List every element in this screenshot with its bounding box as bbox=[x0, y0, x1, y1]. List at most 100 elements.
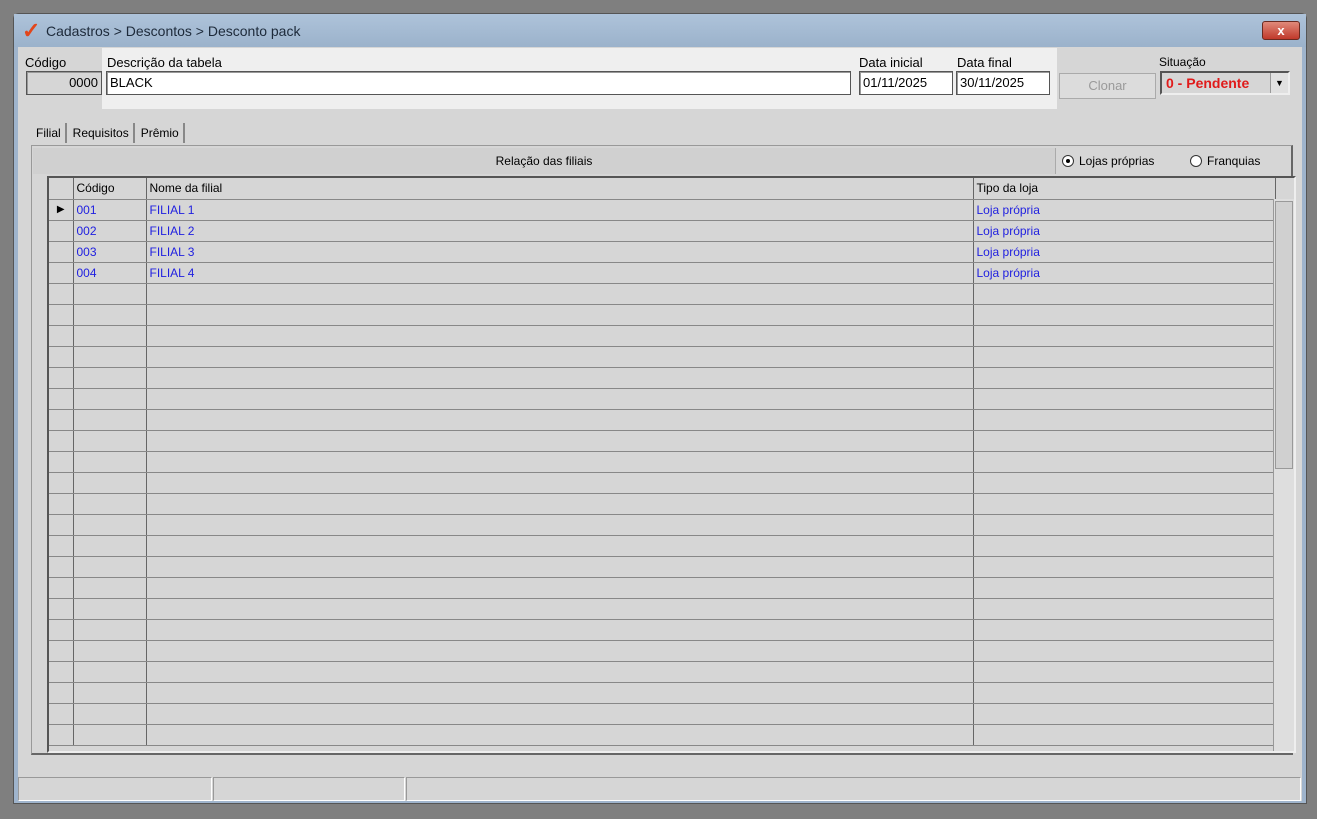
table-row[interactable] bbox=[49, 472, 1276, 494]
cell-tipo[interactable]: Loja própria bbox=[973, 199, 1276, 221]
table-row[interactable] bbox=[49, 325, 1276, 347]
cell-nome[interactable]: FILIAL 2 bbox=[146, 220, 974, 242]
cell-tipo[interactable] bbox=[973, 577, 1276, 599]
cell-nome[interactable] bbox=[146, 346, 974, 368]
cell-codigo[interactable] bbox=[73, 304, 147, 326]
row-indicator[interactable] bbox=[49, 577, 74, 599]
cell-nome[interactable] bbox=[146, 409, 974, 431]
cell-nome[interactable]: FILIAL 3 bbox=[146, 241, 974, 263]
row-indicator[interactable] bbox=[49, 724, 74, 746]
cell-tipo[interactable] bbox=[973, 535, 1276, 557]
row-indicator[interactable] bbox=[49, 682, 74, 704]
tab-premio[interactable]: Prêmio bbox=[137, 123, 185, 143]
table-row[interactable]: 004 FILIAL 4 Loja própria bbox=[49, 262, 1276, 284]
table-row[interactable]: 003 FILIAL 3 Loja própria bbox=[49, 241, 1276, 263]
cell-codigo[interactable] bbox=[73, 325, 147, 347]
cell-nome[interactable] bbox=[146, 514, 974, 536]
cell-codigo[interactable] bbox=[73, 661, 147, 683]
row-indicator[interactable] bbox=[49, 556, 74, 578]
cell-codigo[interactable]: 001 bbox=[73, 199, 147, 221]
cell-nome[interactable] bbox=[146, 556, 974, 578]
cell-nome[interactable] bbox=[146, 472, 974, 494]
row-indicator[interactable] bbox=[49, 325, 74, 347]
cell-nome[interactable] bbox=[146, 367, 974, 389]
cell-codigo[interactable] bbox=[73, 283, 147, 305]
table-row[interactable] bbox=[49, 682, 1276, 704]
cell-tipo[interactable] bbox=[973, 346, 1276, 368]
row-indicator[interactable] bbox=[49, 262, 74, 284]
table-row[interactable] bbox=[49, 388, 1276, 410]
row-indicator[interactable] bbox=[49, 472, 74, 494]
scrollbar-thumb[interactable] bbox=[1275, 201, 1293, 469]
cell-tipo[interactable] bbox=[973, 283, 1276, 305]
table-row[interactable] bbox=[49, 577, 1276, 599]
table-row[interactable] bbox=[49, 703, 1276, 725]
row-indicator[interactable] bbox=[49, 283, 74, 305]
cell-tipo[interactable] bbox=[973, 304, 1276, 326]
cell-nome[interactable] bbox=[146, 724, 974, 746]
row-indicator[interactable] bbox=[49, 220, 74, 242]
cell-codigo[interactable] bbox=[73, 535, 147, 557]
table-row[interactable] bbox=[49, 514, 1276, 536]
situacao-select[interactable]: 0 - Pendente ▼ bbox=[1160, 71, 1290, 95]
cell-codigo[interactable] bbox=[73, 451, 147, 473]
col-nome[interactable]: Nome da filial bbox=[146, 178, 974, 200]
codigo-field[interactable]: 0000 bbox=[26, 71, 102, 95]
descricao-input[interactable]: BLACK bbox=[106, 71, 851, 95]
row-indicator[interactable] bbox=[49, 430, 74, 452]
close-button[interactable]: x bbox=[1262, 21, 1300, 40]
cell-nome[interactable] bbox=[146, 283, 974, 305]
cell-tipo[interactable] bbox=[973, 472, 1276, 494]
data-final-input[interactable]: 30/11/2025 bbox=[956, 71, 1050, 95]
table-row[interactable] bbox=[49, 598, 1276, 620]
cell-codigo[interactable]: 002 bbox=[73, 220, 147, 242]
cell-nome[interactable] bbox=[146, 304, 974, 326]
row-indicator[interactable] bbox=[49, 367, 74, 389]
radio-franquias[interactable]: Franquias bbox=[1190, 154, 1260, 168]
cell-nome[interactable] bbox=[146, 493, 974, 515]
cell-codigo[interactable] bbox=[73, 346, 147, 368]
cell-codigo[interactable] bbox=[73, 577, 147, 599]
row-indicator[interactable] bbox=[49, 703, 74, 725]
cell-nome[interactable]: FILIAL 4 bbox=[146, 262, 974, 284]
cell-codigo[interactable] bbox=[73, 619, 147, 641]
row-indicator[interactable]: ▶ bbox=[49, 199, 74, 221]
row-indicator[interactable] bbox=[49, 619, 74, 641]
table-row[interactable] bbox=[49, 640, 1276, 662]
cell-tipo[interactable]: Loja própria bbox=[973, 241, 1276, 263]
cell-nome[interactable] bbox=[146, 661, 974, 683]
cell-codigo[interactable] bbox=[73, 682, 147, 704]
row-indicator[interactable] bbox=[49, 451, 74, 473]
cell-codigo[interactable] bbox=[73, 724, 147, 746]
cell-tipo[interactable] bbox=[973, 514, 1276, 536]
table-row[interactable]: ▶ 001 FILIAL 1 Loja própria bbox=[49, 199, 1276, 221]
cell-tipo[interactable] bbox=[973, 703, 1276, 725]
table-row[interactable] bbox=[49, 430, 1276, 452]
cell-tipo[interactable] bbox=[973, 619, 1276, 641]
cell-codigo[interactable] bbox=[73, 409, 147, 431]
cell-nome[interactable] bbox=[146, 619, 974, 641]
row-indicator[interactable] bbox=[49, 661, 74, 683]
cell-nome[interactable] bbox=[146, 451, 974, 473]
tab-requisitos[interactable]: Requisitos bbox=[69, 123, 135, 143]
cell-nome[interactable] bbox=[146, 682, 974, 704]
cell-tipo[interactable] bbox=[973, 430, 1276, 452]
col-codigo[interactable]: Código bbox=[73, 178, 147, 200]
cell-codigo[interactable]: 003 bbox=[73, 241, 147, 263]
table-row[interactable] bbox=[49, 724, 1276, 746]
cell-tipo[interactable] bbox=[973, 661, 1276, 683]
table-row[interactable] bbox=[49, 304, 1276, 326]
cell-tipo[interactable] bbox=[973, 388, 1276, 410]
cell-tipo[interactable] bbox=[973, 640, 1276, 662]
cell-codigo[interactable] bbox=[73, 640, 147, 662]
cell-tipo[interactable] bbox=[973, 556, 1276, 578]
row-indicator[interactable] bbox=[49, 388, 74, 410]
cell-codigo[interactable] bbox=[73, 472, 147, 494]
row-indicator[interactable] bbox=[49, 346, 74, 368]
cell-tipo[interactable]: Loja própria bbox=[973, 262, 1276, 284]
table-row[interactable] bbox=[49, 283, 1276, 305]
table-row[interactable] bbox=[49, 493, 1276, 515]
cell-nome[interactable]: FILIAL 1 bbox=[146, 199, 974, 221]
table-row[interactable] bbox=[49, 661, 1276, 683]
row-indicator[interactable] bbox=[49, 535, 74, 557]
